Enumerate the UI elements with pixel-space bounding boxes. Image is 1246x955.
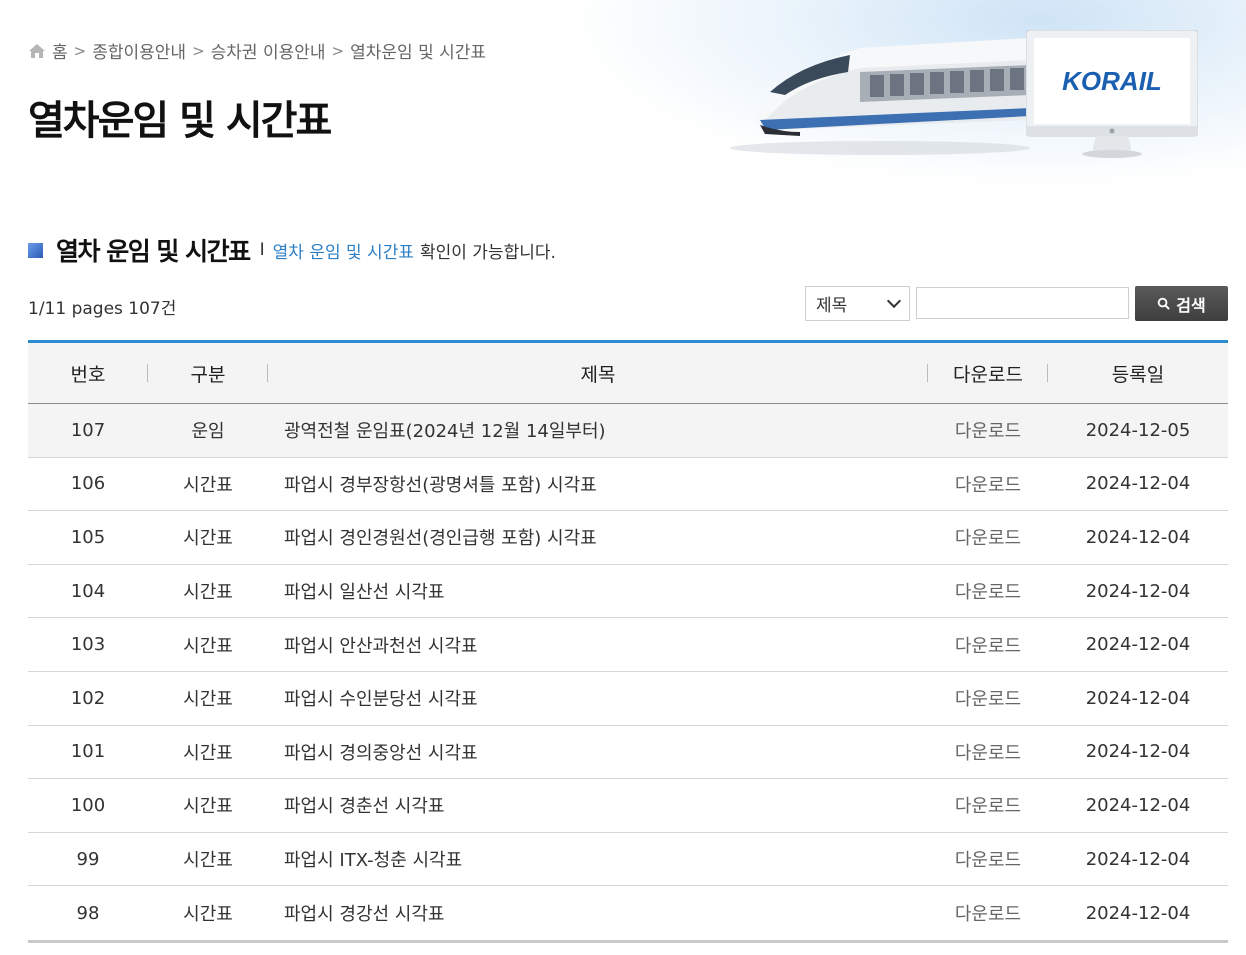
table-row: 100 시간표 파업시 경춘선 시각표 다운로드 2024-12-04 [28,779,1228,833]
row-date: 2024-12-04 [1085,526,1191,548]
table-header: 번호 구분 제목 다운로드 등록일 [28,343,1228,404]
page-title: 열차운임 및 시간표 [28,98,332,144]
search-button[interactable]: 검색 [1135,286,1228,321]
header-category: 구분 [148,360,268,387]
search-field-select-value: 제목 [816,296,848,316]
table-row: 98 시간표 파업시 경강선 시각표 다운로드 2024-12-04 [28,886,1228,940]
section-title: 열차 운임 및 시간표 [56,237,251,266]
row-title-link[interactable]: 파업시 경의중앙선 시각표 [268,739,928,765]
row-title-link[interactable]: 파업시 ITX-청춘 시각표 [268,846,928,872]
row-download-link[interactable]: 다운로드 [928,632,1048,658]
row-title-link[interactable]: 파업시 안산과천선 시각표 [268,632,928,658]
breadcrumb-home[interactable]: 홈 [52,38,68,63]
search-field-select[interactable]: 제목 [805,286,910,321]
korail-logo: KORAIL [1062,66,1162,96]
row-no: 101 [70,741,106,763]
section-desc: 확인이 가능합니다. [419,242,556,263]
table-row: 102 시간표 파업시 수인분당선 시각표 다운로드 2024-12-04 [28,672,1228,726]
row-category: 시간표 [183,742,233,764]
breadcrumb-item[interactable]: 종합이용안내 [92,38,186,63]
board-table: 번호 구분 제목 다운로드 등록일 107 운임 광역전철 운임표(2024년 … [28,340,1228,943]
table-row: 101 시간표 파업시 경의중앙선 시각표 다운로드 2024-12-04 [28,726,1228,780]
row-category: 시간표 [183,582,233,604]
search-icon [1158,297,1171,310]
breadcrumb: 홈 > 종합이용안내 > 승차권 이용안내 > 열차운임 및 시간표 [28,38,486,63]
row-download-link[interactable]: 다운로드 [928,417,1048,443]
row-date: 2024-12-04 [1085,741,1191,763]
row-category: 시간표 [183,474,233,496]
row-download-link[interactable]: 다운로드 [928,900,1048,926]
row-date: 2024-12-04 [1085,848,1191,870]
row-title-link[interactable]: 광역전철 운임표(2024년 12월 14일부터) [268,417,928,443]
row-title-link[interactable]: 파업시 수인분당선 시각표 [268,685,928,711]
breadcrumb-separator: > [73,41,87,60]
table-row: 103 시간표 파업시 안산과천선 시각표 다운로드 2024-12-04 [28,618,1228,672]
row-title-link[interactable]: 파업시 일산선 시각표 [268,578,928,604]
home-icon[interactable] [28,43,46,59]
row-category: 시간표 [183,796,233,818]
search-input[interactable] [916,287,1129,319]
row-date: 2024-12-05 [1085,419,1191,441]
chevron-down-icon [886,293,902,309]
row-date: 2024-12-04 [1085,634,1191,656]
row-download-link[interactable]: 다운로드 [928,739,1048,765]
row-category: 시간표 [183,689,233,711]
row-title-link[interactable]: 파업시 경춘선 시각표 [268,792,928,818]
korail-monitor: KORAIL [1025,29,1199,160]
row-date: 2024-12-04 [1085,687,1191,709]
row-title-link[interactable]: 파업시 경인경원선(경인급행 포함) 시각표 [268,524,928,550]
row-download-link[interactable]: 다운로드 [928,846,1048,872]
breadcrumb-separator: > [192,41,205,60]
row-category: 운임 [191,421,225,443]
row-no: 98 [76,902,100,924]
table-row: 107 운임 광역전철 운임표(2024년 12월 14일부터) 다운로드 20… [28,404,1228,458]
row-no: 103 [70,634,106,656]
row-no: 100 [70,794,106,816]
row-download-link[interactable]: 다운로드 [928,685,1048,711]
row-no: 105 [70,526,106,548]
table-row: 106 시간표 파업시 경부장항선(광명셔틀 포함) 시각표 다운로드 2024… [28,458,1228,512]
breadcrumb-item-current[interactable]: 열차운임 및 시간표 [350,38,486,63]
row-download-link[interactable]: 다운로드 [928,792,1048,818]
row-no: 106 [70,473,106,495]
row-category: 시간표 [183,635,233,657]
table-row: 99 시간표 파업시 ITX-청춘 시각표 다운로드 2024-12-04 [28,833,1228,887]
ktx-train-illustration [730,38,1030,155]
row-date: 2024-12-04 [1085,794,1191,816]
row-date: 2024-12-04 [1085,473,1191,495]
header-title: 제목 [268,360,928,387]
table-row: 105 시간표 파업시 경인경원선(경인급행 포함) 시각표 다운로드 2024… [28,511,1228,565]
row-date: 2024-12-04 [1085,580,1191,602]
section-divider: I [259,240,265,260]
row-download-link[interactable]: 다운로드 [928,578,1048,604]
section-bullet-icon [28,242,43,258]
row-no: 102 [70,687,106,709]
row-no: 104 [70,580,106,602]
row-category: 시간표 [183,850,233,872]
row-title-link[interactable]: 파업시 경부장항선(광명셔틀 포함) 시각표 [268,471,928,497]
row-no: 107 [70,419,106,441]
header-no: 번호 [28,360,148,387]
row-download-link[interactable]: 다운로드 [928,524,1048,550]
page-count: 1/11 pages 107건 [28,299,177,319]
row-title-link[interactable]: 파업시 경강선 시각표 [268,900,928,926]
row-category: 시간표 [183,528,233,550]
row-no: 99 [76,848,100,870]
row-date: 2024-12-04 [1085,902,1191,924]
header-date: 등록일 [1111,363,1165,386]
header-download: 다운로드 [928,360,1048,387]
breadcrumb-item[interactable]: 승차권 이용안내 [211,38,326,63]
table-row: 104 시간표 파업시 일산선 시각표 다운로드 2024-12-04 [28,565,1228,619]
section-heading: 열차 운임 및 시간표 I 열차 운임 및 시간표 확인이 가능합니다. [28,232,556,268]
section-desc-highlight: 열차 운임 및 시간표 [272,242,414,263]
search-button-label: 검색 [1176,295,1206,315]
breadcrumb-separator: > [331,41,345,60]
row-category: 시간표 [183,904,233,926]
row-download-link[interactable]: 다운로드 [928,471,1048,497]
